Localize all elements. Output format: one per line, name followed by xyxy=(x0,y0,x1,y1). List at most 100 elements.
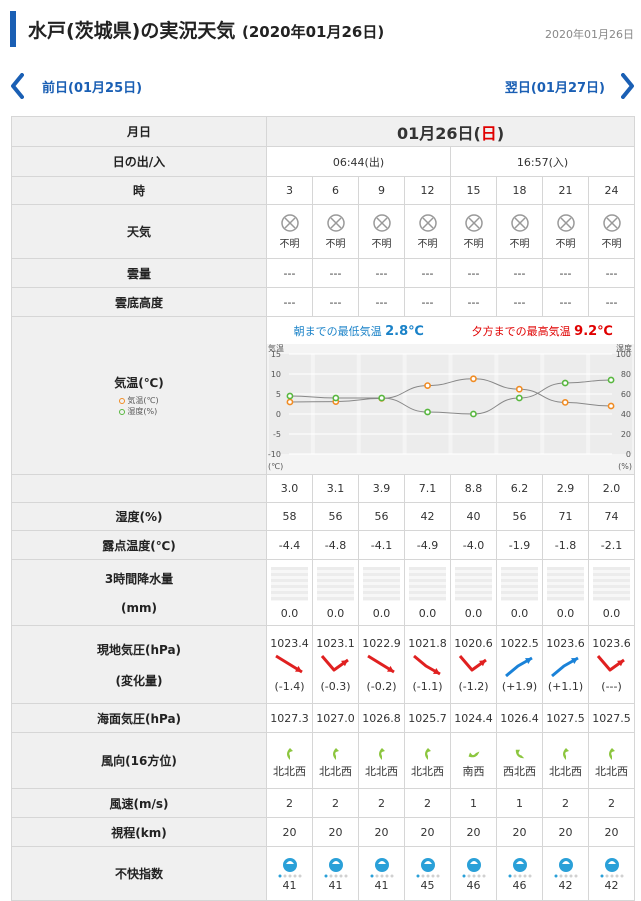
dewpoint-cell: -4.8 xyxy=(312,530,359,560)
pressure-cell: 1023.6 (+1.1) xyxy=(542,625,589,704)
pressure-trend-icon xyxy=(596,654,625,671)
visibility-cell: 20 xyxy=(587,817,636,847)
precip-cell: 0.0 xyxy=(266,559,313,626)
humidity-point xyxy=(607,376,615,383)
discomfort-value: 42 xyxy=(604,879,619,892)
wind-arrow-shape xyxy=(332,747,339,760)
temp-point xyxy=(470,374,477,382)
wind-dir-cell: 北北西 xyxy=(542,732,589,789)
precip-value: 0.0 xyxy=(464,607,483,620)
legend-temp-marker xyxy=(119,397,126,404)
pressure-cell: 1023.6 (---) xyxy=(587,625,636,704)
dewpoint-label: 露点温度(℃) xyxy=(11,530,267,560)
unknown-weather-icon xyxy=(510,214,529,232)
wind-dir-label: 風向(16方位) xyxy=(11,732,267,789)
y-left-tick-label: 5 xyxy=(276,390,281,399)
sea-pressure-label: 海面気圧(hPa) xyxy=(11,703,267,733)
pressure-value: 1022.9 xyxy=(362,636,401,650)
humidity-cell: 74 xyxy=(587,502,636,531)
hour-cell: 9 xyxy=(358,176,405,205)
precip-label: 3時間降水量 (mm) xyxy=(11,559,267,626)
precip-label-line2: (mm) xyxy=(121,601,157,615)
discomfort-value: 46 xyxy=(466,879,481,892)
min-temp-value: 2.8℃ xyxy=(385,323,424,339)
weather-table: 月日 01月26日(日) 日の出/入 06:44(出) 16:57(入) 時 3… xyxy=(11,116,636,901)
weather-text: 不明 xyxy=(601,239,622,250)
humidity-cell: 42 xyxy=(404,502,451,531)
sunrise-row: 日の出/入 06:44(出) 16:57(入) xyxy=(11,146,636,177)
temp-cell: 8.8 xyxy=(450,474,497,503)
sunrise-time: 06:44(出) xyxy=(266,146,451,177)
precip-value: 0.0 xyxy=(418,607,437,620)
y-left-tick-label: 10 xyxy=(271,370,281,379)
wind-speed-cell: 2 xyxy=(266,788,313,818)
unknown-weather-icon xyxy=(464,214,483,232)
discomfort-face-icon xyxy=(370,858,393,878)
unknown-weather-icon xyxy=(280,214,299,232)
precip-bar-area xyxy=(317,567,354,601)
wind-dir-cell: 北北西 xyxy=(587,732,636,789)
y-right-tick-label: 0 xyxy=(626,450,631,459)
page-header: 水戸(茨城県)の実況天気 (2020年01月26日) 2020年01月26日 xyxy=(10,8,634,48)
pressure-trend-icon xyxy=(412,654,441,675)
next-day-link[interactable]: 翌日(01月27日) xyxy=(505,68,635,104)
cloud-label: 雲量 xyxy=(11,258,267,288)
unknown-weather-icon xyxy=(602,214,621,232)
unknown-weather-icon xyxy=(326,214,345,232)
temp-chart-cell: 朝までの最低気温 2.8℃ 夕方までの最高気温 9.2℃ 15 10 5 0 -5 -10… xyxy=(265,316,636,475)
humidity-point xyxy=(515,394,523,401)
precip-cell: 0.0 xyxy=(358,559,405,626)
discomfort-row: 不快指数 41 41 41 45 46 46 42 42 xyxy=(11,846,636,901)
unknown-weather-icon xyxy=(556,214,575,232)
weather-text: 不明 xyxy=(555,239,576,250)
discomfort-label: 不快指数 xyxy=(11,846,267,901)
weather-text: 不明 xyxy=(371,239,392,250)
y-right-tick-label: 60 xyxy=(621,390,631,399)
humidity-row: 湿度(%) 58 56 56 42 40 56 71 74 xyxy=(11,502,636,531)
pressure-trend-icon xyxy=(504,656,533,677)
prev-day-link[interactable]: 前日(01月25日) xyxy=(10,68,142,104)
pressure-label-line2: (変化量) xyxy=(115,673,163,688)
wind-dir-text: 北北西 xyxy=(549,764,582,778)
pressure-cell: 1023.4 (-1.4) xyxy=(266,625,313,704)
date-label: 月日 xyxy=(11,116,267,147)
cloud-base-cell: --- xyxy=(404,287,451,317)
chevron-right-icon xyxy=(621,73,634,99)
cloud-base-cell: --- xyxy=(312,287,359,317)
dewpoint-cell: -2.1 xyxy=(587,530,636,560)
prev-day-label: 前日(01月25日) xyxy=(42,80,143,96)
pressure-trend-icon xyxy=(320,654,349,671)
y-left-tick-label: 0 xyxy=(276,410,281,419)
cloud-base-row: 雲底高度 --- --- --- --- --- --- --- --- xyxy=(11,287,636,317)
pressure-value: 1023.1 xyxy=(316,636,355,650)
weather-cell: 不明 xyxy=(542,204,589,259)
discomfort-value: 42 xyxy=(558,879,573,892)
precip-value: 0.0 xyxy=(556,607,575,620)
max-temp-value: 9.2℃ xyxy=(574,323,613,339)
visibility-row: 視程(km) 20 20 20 20 20 20 20 20 xyxy=(11,817,636,847)
sea-pressure-cell: 1027.0 xyxy=(312,703,359,733)
y-right-tick-label: 40 xyxy=(621,410,631,419)
y-left-unit-label: (℃) xyxy=(268,462,283,471)
weather-cell: 不明 xyxy=(312,204,359,259)
temp-cell: 3.1 xyxy=(312,474,359,503)
discomfort-face-icon xyxy=(416,858,439,878)
precip-label-line1: 3時間降水量 xyxy=(104,572,174,586)
discomfort-face-icon xyxy=(508,858,531,878)
temp-point xyxy=(561,398,569,406)
page-title-date: (2020年01月26日) xyxy=(242,23,385,41)
sea-pressure-cell: 1027.5 xyxy=(587,703,636,733)
page-title-main: 水戸(茨城県)の実況天気 xyxy=(28,20,236,42)
precip-value: 0.0 xyxy=(280,607,299,620)
wind-arrow-icon xyxy=(515,749,524,758)
wind-arrow-icon xyxy=(332,747,339,760)
discomfort-value: 41 xyxy=(328,879,343,892)
sunset-time: 16:57(入) xyxy=(449,146,636,177)
sea-pressure-cell: 1025.7 xyxy=(404,703,451,733)
wind-arrow-icon xyxy=(424,747,431,760)
weather-text: 不明 xyxy=(417,239,438,250)
cloud-base-cell: --- xyxy=(542,287,589,317)
precip-cell: 0.0 xyxy=(312,559,359,626)
temp-cell: 3.0 xyxy=(266,474,313,503)
sea-pressure-cell: 1024.4 xyxy=(450,703,497,733)
